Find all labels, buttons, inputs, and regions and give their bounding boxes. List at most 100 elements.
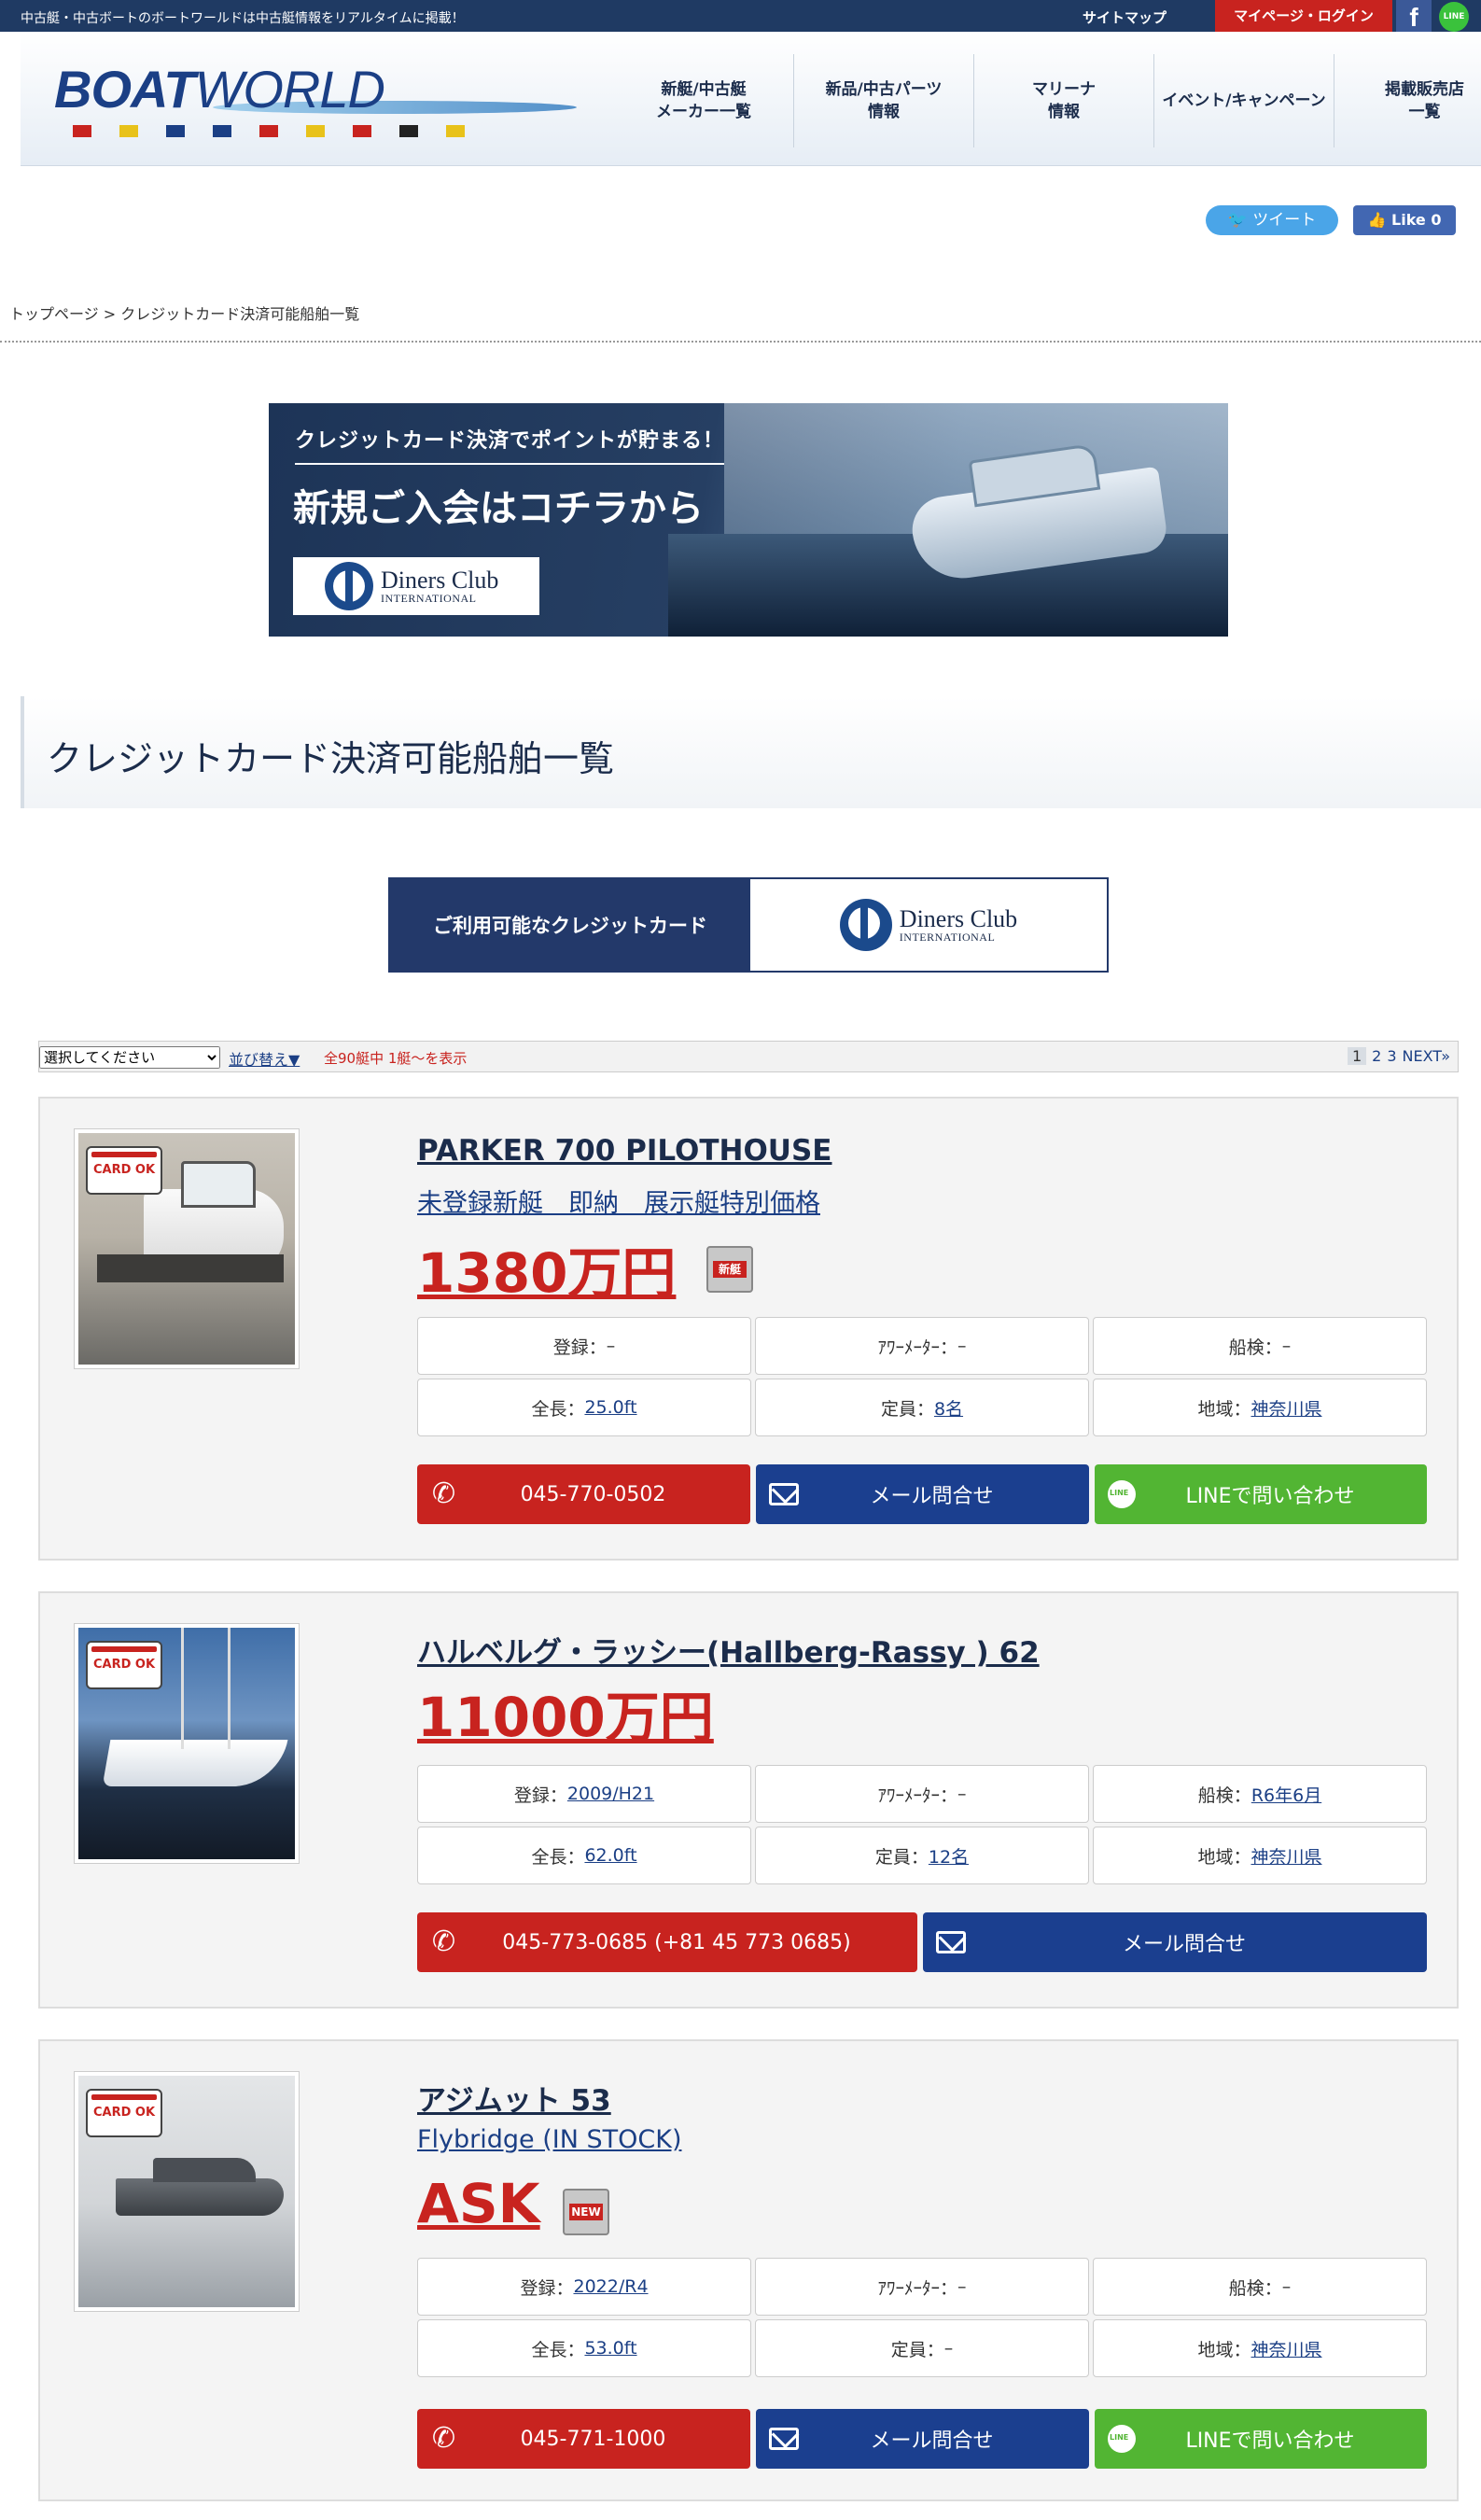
line-icon [1108, 1480, 1136, 1508]
sort-select[interactable]: 選択してください [39, 1046, 220, 1069]
page-heading: クレジットカード決済可能船舶一覧 [21, 696, 1481, 808]
available-cards-label: ご利用可能なクレジットカード [390, 879, 750, 971]
page-title: クレジットカード決済可能船舶一覧 [47, 738, 615, 779]
spec-capacity: 定員： 8名 [755, 1379, 1089, 1436]
spec-capacity: 定員： – [755, 2319, 1089, 2377]
spec-grid: 登録： 2009/H21 ｱﾜｰﾒｰﾀｰ： – 船検： R6年6月 全長： 62.0ft… [417, 1765, 1427, 1884]
spec-length: 全長： 62.0ft [417, 1827, 751, 1884]
top-bar: 中古艇・中古ボートのボートワールドは中古艇情報をリアルタイムに掲載！ サイトマッ… [0, 0, 1481, 32]
phone-button[interactable]: 045-771-1000 [417, 2409, 750, 2469]
facebook-icon[interactable]: f [1396, 0, 1432, 32]
breadcrumb-separator: > [103, 305, 117, 323]
nav-dealers[interactable]: 掲載販売店 一覧 [1334, 54, 1481, 147]
pagination: 1 2 3 NEXT» [1347, 1047, 1450, 1065]
phone-button[interactable]: 045-773-0685 (+81 45 773 0685) [417, 1912, 917, 1972]
spec-grid: 登録： – ｱﾜｰﾒｰﾀｰ： – 船検： – 全長： 25.0ft 定員： 8名 地域：神… [417, 1317, 1427, 1436]
spec-registration: 登録： 2009/H21 [417, 1765, 751, 1823]
phone-button[interactable]: 045-770-0502 [417, 1464, 750, 1524]
banner-cta: 新規ご入会はコチラから [293, 487, 704, 530]
mypage-login-button[interactable]: マイページ・ログイン [1215, 0, 1392, 32]
available-cards-row: ご利用可能なクレジットカード Diners Club INTERNATIONAL [388, 877, 1109, 973]
card-ok-badge: CARD OK [86, 2089, 162, 2137]
spec-region: 地域： 神奈川県 [1093, 2319, 1427, 2377]
spec-grid: 登録： 2022/R4 ｱﾜｰﾒｰﾀｰ： – 船検： – 全長： 53.0ft 定員： –… [417, 2258, 1427, 2377]
spec-length: 全長： 53.0ft [417, 2319, 751, 2377]
listing-thumbnail[interactable]: CARD OK [74, 2071, 300, 2312]
diners-logo-box: Diners Club INTERNATIONAL [293, 557, 539, 615]
site-header: BOATWORLD 新艇/中古艇 メーカー一覧 新品/中古パーツ 情報 マリーナ… [21, 32, 1481, 166]
spec-registration: 登録： 2022/R4 [417, 2258, 751, 2316]
spec-hour-meter: ｱﾜｰﾒｰﾀｰ： – [755, 2258, 1089, 2316]
listing-subtitle[interactable]: Flybridge (IN STOCK) [417, 2125, 681, 2154]
breadcrumb-current: クレジットカード決済可能船舶一覧 [120, 305, 360, 323]
boatworld-logo[interactable]: BOATWORLD [54, 60, 577, 144]
nav-events[interactable]: イベント/キャンペーン [1154, 54, 1334, 147]
listing-card: CARD OK PARKER 700 PILOTHOUSE 未登録新艇 即納 展… [38, 1097, 1459, 1561]
spec-capacity: 定員： 12名 [755, 1827, 1089, 1884]
page-3[interactable]: 3 [1387, 1047, 1396, 1065]
sort-link[interactable]: 並び替え▼ [229, 1047, 300, 1070]
mail-inquiry-button[interactable]: メール問合せ [923, 1912, 1427, 1972]
listing-title[interactable]: ハルベルグ・ラッシー(Hallberg-Rassy ) 62 [417, 1629, 1040, 1671]
spec-inspection: 船検： R6年6月 [1093, 1765, 1427, 1823]
breadcrumb-home[interactable]: トップページ [9, 305, 99, 323]
nav-maker-list[interactable]: 新艇/中古艇 メーカー一覧 [614, 54, 794, 147]
envelope-icon [769, 1483, 799, 1505]
nav-marina-info[interactable]: マリーナ 情報 [974, 54, 1154, 147]
contact-buttons: 045-773-0685 (+81 45 773 0685) メール問合せ [417, 1912, 1427, 1972]
result-count: 全90艇中 1艇〜を表示 [324, 1050, 468, 1067]
spec-length: 全長： 25.0ft [417, 1379, 751, 1436]
signal-flags [73, 125, 465, 137]
mail-inquiry-button[interactable]: メール問合せ [756, 2409, 1089, 2469]
card-ok-badge: CARD OK [86, 1641, 162, 1689]
line-icon[interactable]: LINE [1435, 0, 1474, 32]
listing-card: CARD OK ハルベルグ・ラッシー(Hallberg-Rassy ) 62 1… [38, 1591, 1459, 2009]
spec-hour-meter: ｱﾜｰﾒｰﾀｰ： – [755, 1317, 1089, 1375]
nav-parts-info[interactable]: 新品/中古パーツ 情報 [794, 54, 974, 147]
line-inquiry-button[interactable]: LINEで問い合わせ [1095, 1464, 1427, 1524]
line-icon [1108, 2425, 1136, 2453]
new-badge: NEW [563, 2189, 609, 2235]
page-1[interactable]: 1 [1347, 1047, 1367, 1065]
listing-thumbnail[interactable]: CARD OK [74, 1128, 300, 1369]
contact-buttons: 045-771-1000 メール問合せ LINEで問い合わせ [417, 2409, 1427, 2469]
line-inquiry-button[interactable]: LINEで問い合わせ [1095, 2409, 1427, 2469]
page-2[interactable]: 2 [1372, 1047, 1381, 1065]
sitemap-link[interactable]: サイトマップ [1083, 7, 1167, 27]
listing-subtitle[interactable]: 未登録新艇 即納 展示艇特別価格 [417, 1183, 820, 1219]
listing-price[interactable]: ASK [417, 2172, 540, 2235]
spec-inspection: 船検： – [1093, 1317, 1427, 1375]
phone-icon [430, 1925, 460, 1958]
phone-icon [430, 1477, 460, 1510]
listing-price[interactable]: 11000万円 [417, 1673, 714, 1752]
divider [0, 341, 1481, 343]
listing-title[interactable]: アジムット 53 [417, 2077, 611, 2119]
new-boat-badge: 新艇 [706, 1246, 753, 1293]
next-page[interactable]: NEXT» [1403, 1047, 1450, 1065]
phone-icon [430, 2422, 460, 2455]
diners-club-logo: Diners Club INTERNATIONAL [325, 562, 498, 610]
site-tagline: 中古艇・中古ボートのボートワールドは中古艇情報をリアルタイムに掲載！ [21, 11, 465, 26]
facebook-like-button[interactable]: 👍 Like 0 [1353, 205, 1456, 235]
contact-buttons: 045-770-0502 メール問合せ LINEで問い合わせ [417, 1464, 1427, 1524]
listing-title[interactable]: PARKER 700 PILOTHOUSE [417, 1134, 831, 1168]
spec-registration: 登録： – [417, 1317, 751, 1375]
breadcrumb: トップページ > クレジットカード決済可能船舶一覧 [9, 301, 359, 324]
mail-inquiry-button[interactable]: メール問合せ [756, 1464, 1089, 1524]
envelope-icon [936, 1931, 966, 1953]
diners-signup-banner[interactable]: クレジットカード決済でポイントが貯まる！ 新規ご入会はコチラから Diners … [269, 403, 1228, 637]
banner-headline: クレジットカード決済でポイントが貯まる！ [295, 424, 725, 465]
envelope-icon [769, 2428, 799, 2450]
list-toolbar: 選択してください 並び替え▼ 全90艇中 1艇〜を表示 1 2 3 NEXT» [38, 1041, 1459, 1072]
listing-price[interactable]: 1380万円 [417, 1229, 676, 1308]
card-ok-badge: CARD OK [86, 1146, 162, 1195]
listing-card: CARD OK アジムット 53 Flybridge (IN STOCK) AS… [38, 2039, 1459, 2501]
spec-region: 地域： 神奈川県 [1093, 1379, 1427, 1436]
main-nav: 新艇/中古艇 メーカー一覧 新品/中古パーツ 情報 マリーナ 情報 イベント/キ… [614, 54, 1481, 147]
diners-club-logo: Diners Club INTERNATIONAL [839, 899, 1017, 951]
spec-inspection: 船検： – [1093, 2258, 1427, 2316]
tweet-button[interactable]: 🐦 ツイート [1206, 205, 1338, 235]
listing-thumbnail[interactable]: CARD OK [74, 1623, 300, 1864]
spec-region: 地域： 神奈川県 [1093, 1827, 1427, 1884]
spec-hour-meter: ｱﾜｰﾒｰﾀｰ： – [755, 1765, 1089, 1823]
